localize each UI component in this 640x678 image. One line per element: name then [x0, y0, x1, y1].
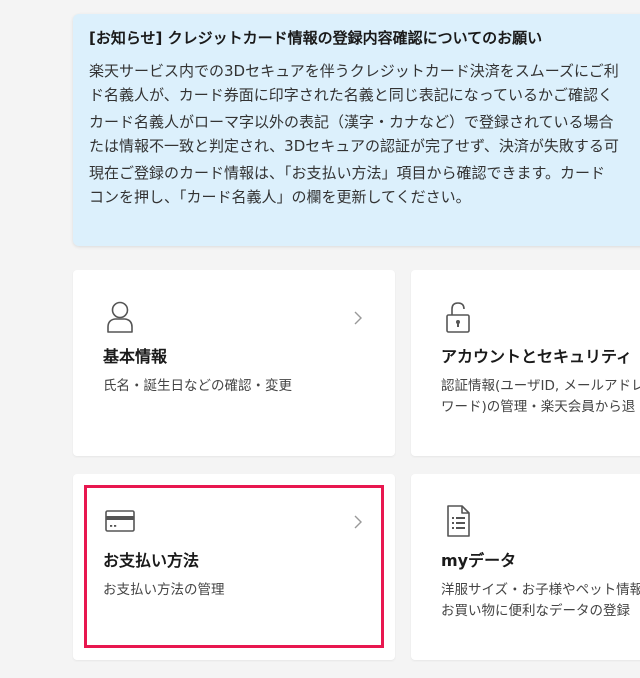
- card-title: 基本情報: [103, 347, 168, 366]
- card-description-line: ワード)の管理・楽天会員から退: [441, 399, 636, 415]
- card-my-data[interactable]: myデータ 洋服サイズ・お子様やペット情報 お買い物に便利なデータの登録: [411, 474, 640, 660]
- notice-paragraph-line: たは情報不一致と判定され、3Dセキュアの認証が完了せず、決済が失敗する可: [89, 137, 619, 155]
- notice-banner: [お知らせ] クレジットカード情報の登録内容確認についてのお願い 楽天サービス内…: [73, 14, 640, 246]
- notice-paragraph-1: 楽天サービス内での3Dセキュアを伴うクレジットカード決済をスムーズにご利 ド名義…: [89, 59, 640, 107]
- card-account-security[interactable]: アカウントとセキュリティ 認証情報(ユーザID, メールアドレ ワード)の管理・…: [411, 270, 640, 456]
- document-list-icon: [447, 505, 470, 537]
- notice-paragraph-2: カード名義人がローマ字以外の表記（漢字・カナなど）で登録されている場合 たは情報…: [89, 110, 640, 158]
- notice-paragraph-line: 現在ご登録のカード情報は、「お支払い方法」項目から確認できます。カード: [89, 164, 606, 182]
- card-title: アカウントとセキュリティ: [441, 347, 633, 366]
- person-icon: [107, 301, 133, 333]
- card-description: 氏名・誕生日などの確認・変更: [103, 376, 292, 397]
- card-payment-method[interactable]: お支払い方法 お支払い方法の管理: [73, 474, 395, 660]
- chevron-right-icon: [354, 311, 362, 325]
- card-description-line: 認証情報(ユーザID, メールアドレ: [441, 378, 640, 394]
- notice-paragraph-3: 現在ご登録のカード情報は、「お支払い方法」項目から確認できます。カード コンを押…: [89, 161, 640, 209]
- notice-paragraph-line: 楽天サービス内での3Dセキュアを伴うクレジットカード決済をスムーズにご利: [89, 62, 619, 80]
- card-description: 認証情報(ユーザID, メールアドレ ワード)の管理・楽天会員から退: [441, 376, 640, 418]
- card-description: 洋服サイズ・お子様やペット情報 お買い物に便利なデータの登録: [441, 580, 640, 622]
- card-basic-info[interactable]: 基本情報 氏名・誕生日などの確認・変更: [73, 270, 395, 456]
- card-description-line: お買い物に便利なデータの登録: [441, 603, 630, 619]
- card-description-line: 洋服サイズ・お子様やペット情報: [441, 582, 640, 598]
- page: [お知らせ] クレジットカード情報の登録内容確認についてのお願い 楽天サービス内…: [0, 0, 640, 678]
- credit-card-icon: [105, 510, 135, 532]
- card-description: お支払い方法の管理: [103, 580, 225, 601]
- notice-paragraph-line: カード名義人がローマ字以外の表記（漢字・カナなど）で登録されている場合: [89, 113, 614, 131]
- card-title: お支払い方法: [103, 551, 200, 570]
- notice-title: [お知らせ] クレジットカード情報の登録内容確認についてのお願い: [89, 29, 543, 47]
- notice-paragraph-line: ド名義人が、カード券面に印字された名義と同じ表記になっているかご確認く: [89, 86, 613, 104]
- card-description-line: お支払い方法の管理: [103, 582, 225, 598]
- card-title: myデータ: [441, 551, 517, 570]
- notice-paragraph-line: コンを押し、「カード名義人」の欄を更新してください。: [89, 188, 471, 206]
- card-description-line: 氏名・誕生日などの確認・変更: [103, 378, 292, 394]
- chevron-right-icon: [354, 515, 362, 529]
- lock-icon: [446, 302, 470, 333]
